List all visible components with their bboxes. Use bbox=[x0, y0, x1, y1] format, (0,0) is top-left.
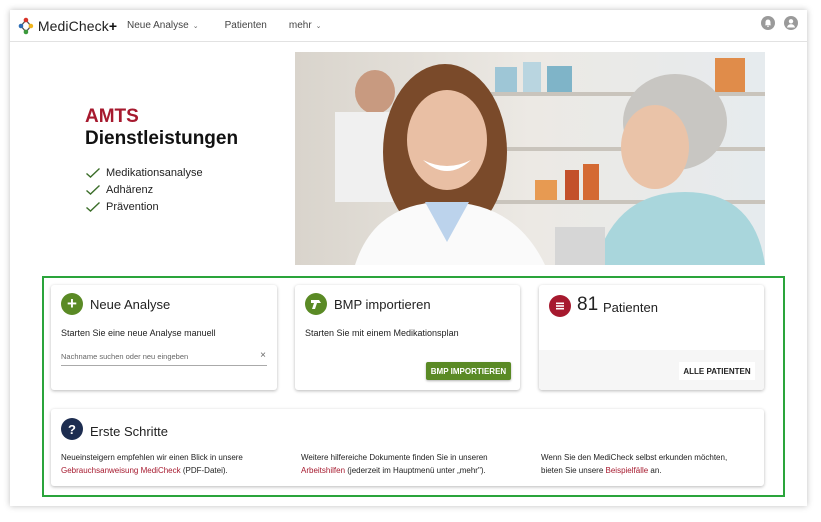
hero-title-dienstleistungen: Dienstleistungen bbox=[85, 128, 239, 149]
nav-patienten[interactable]: Patienten bbox=[225, 20, 267, 31]
list-item: Medikationsanalyse bbox=[85, 164, 238, 181]
medicheck-logo-icon bbox=[18, 17, 34, 34]
chevron-down-icon: ⌄ bbox=[315, 22, 322, 30]
hero-title-amts: AMTS bbox=[85, 106, 139, 127]
checklist-label: Medikationsanalyse bbox=[106, 166, 203, 179]
checkmark-icon bbox=[86, 201, 100, 212]
bell-icon[interactable] bbox=[761, 16, 775, 30]
logo-text: MediCheck bbox=[37, 17, 109, 34]
service-checklist: Medikationsanalyse Adhärenz Prävention bbox=[85, 164, 238, 215]
checkmark-icon bbox=[86, 184, 100, 195]
checklist-label: Adhärenz bbox=[106, 183, 154, 196]
list-item: Adhärenz bbox=[85, 181, 238, 198]
app-window: MediCheck + Neue Analyse ⌄ Patienten meh… bbox=[10, 10, 807, 506]
pharmacist-and-customer-photo bbox=[295, 52, 765, 265]
list-item: Prävention bbox=[85, 198, 238, 215]
nav-mehr[interactable]: mehr ⌄ bbox=[289, 20, 322, 31]
nav-neue-analyse[interactable]: Neue Analyse ⌄ bbox=[127, 20, 199, 31]
logo[interactable]: MediCheck + bbox=[17, 17, 117, 35]
hero-text: AMTS Dienstleistungen Medikationsanalyse… bbox=[85, 106, 238, 215]
chevron-down-icon: ⌄ bbox=[192, 22, 199, 30]
nav-patienten-label: Patienten bbox=[224, 20, 267, 31]
nav-neue-analyse-label: Neue Analyse bbox=[127, 20, 189, 31]
logo-plus: + bbox=[108, 17, 117, 34]
top-navbar: MediCheck + Neue Analyse ⌄ Patienten meh… bbox=[10, 10, 807, 42]
checklist-label: Prävention bbox=[106, 200, 159, 213]
highlight-outline bbox=[42, 276, 785, 497]
user-account-icon[interactable] bbox=[784, 16, 798, 30]
checkmark-icon bbox=[86, 167, 100, 178]
nav-mehr-label: mehr bbox=[288, 20, 312, 31]
